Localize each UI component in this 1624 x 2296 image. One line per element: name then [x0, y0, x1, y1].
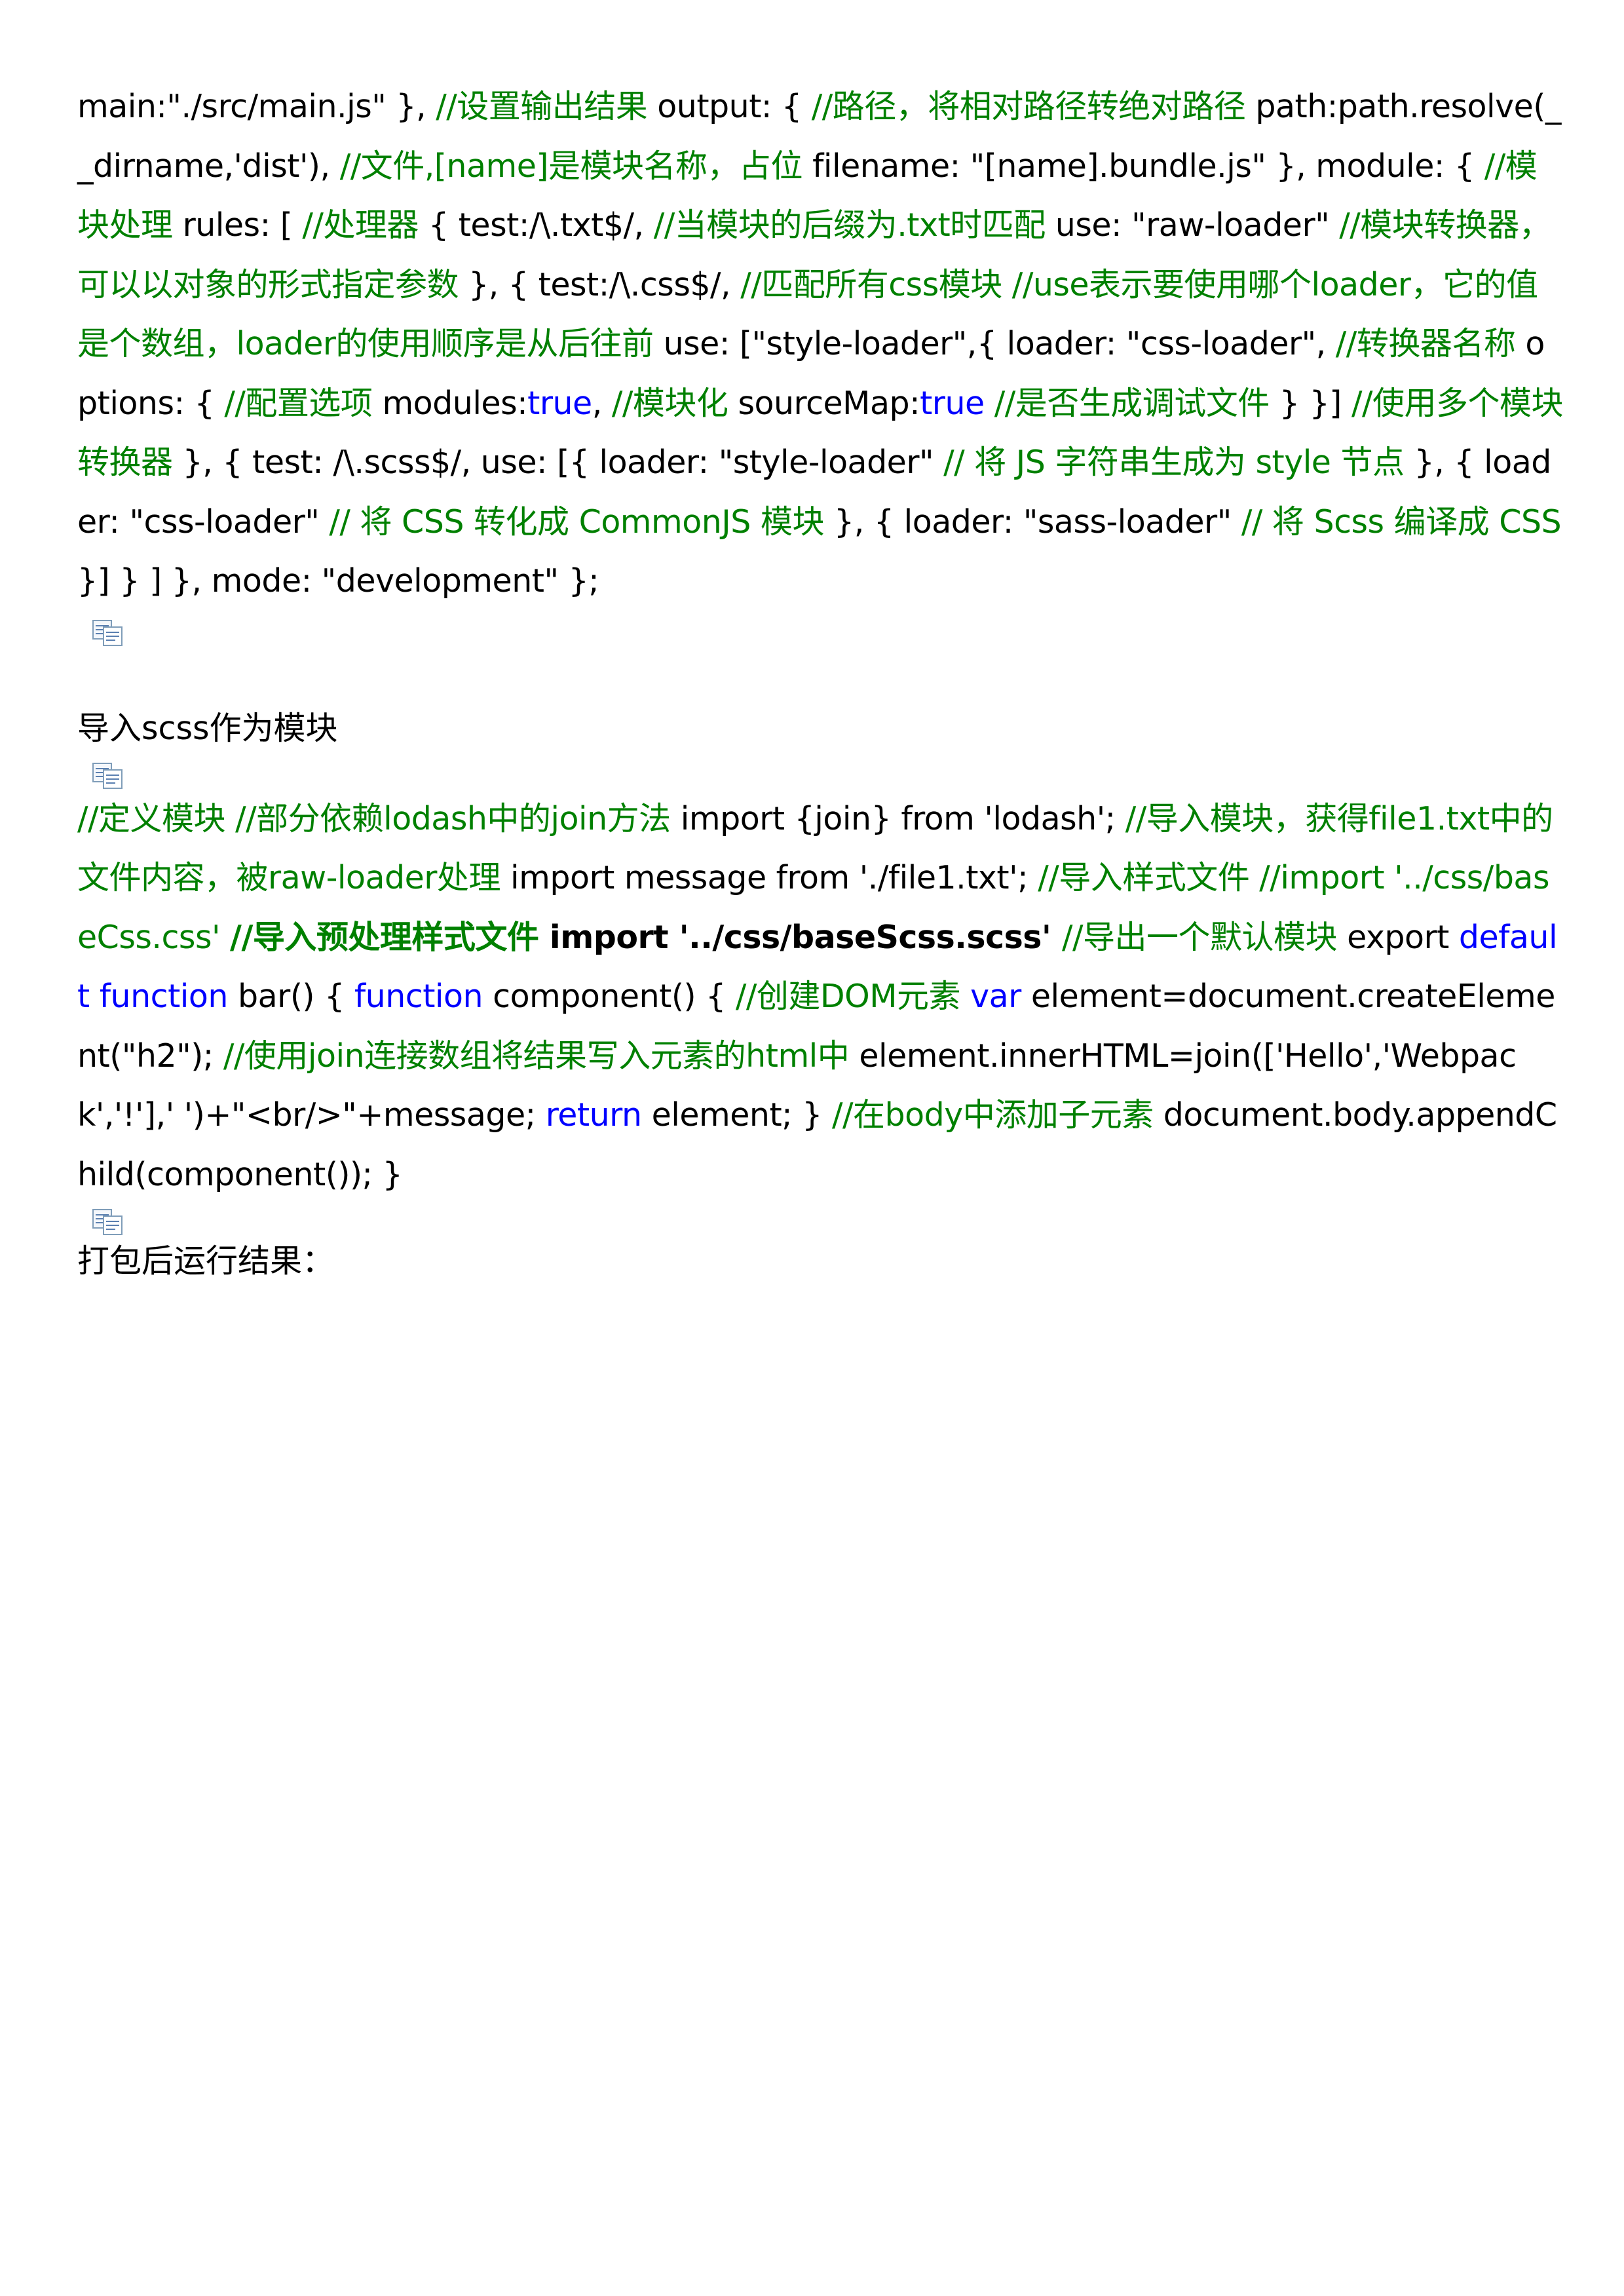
code-token-comment: //使用join连接数组将结果写入元素的html中 [223, 1037, 850, 1075]
code-token-plain: import {join} from 'lodash'; [670, 799, 1125, 837]
code-token-keyword: function [354, 978, 483, 1015]
document-page: main:"./src/main.js" }, //设置输出结果 output:… [77, 77, 1564, 1291]
code-token-plain: }, { loader: "sass-loader" [823, 503, 1241, 541]
code-token-plain: import message from './file1.txt'; [500, 859, 1038, 896]
code-token-plain: output: { [647, 88, 812, 125]
module-import-code: //定义模块 //部分依赖lodash中的join方法 import {join… [77, 790, 1564, 1205]
code-token-comment: //配置选项 [224, 384, 373, 422]
code-token-comment: //定义模块 //部分依赖lodash中的join方法 [77, 799, 671, 837]
code-token-comment-bold: //导入预处理样式文件 [230, 918, 539, 956]
code-token-plain: filename: "[name].bundle.js" }, module: … [803, 147, 1484, 185]
code-token-comment: //转换器名称 [1335, 325, 1516, 362]
code-token-comment: //在body中添加子元素 [832, 1096, 1154, 1134]
code-token-plain: use: ["style-loader",{ loader: "css-load… [653, 325, 1336, 362]
code-token-comment: //是否生成调试文件 [994, 384, 1270, 422]
code-token-comment: //模块化 [611, 384, 728, 422]
code-token-comment: //设置输出结果 [436, 88, 648, 125]
code-token-plain: element; } [641, 1096, 832, 1134]
code-token-keyword: var [970, 978, 1021, 1015]
code-token-plain: rules: [ [172, 206, 303, 244]
code-token-plain: } }] [1269, 384, 1351, 422]
code-token-plain: main:"./src/main.js" }, [77, 88, 436, 125]
code-token-comment: //文件,[name]是模块名称，占位 [339, 147, 803, 185]
code-token-comment: //导出一个默认模块 [1061, 918, 1338, 956]
webpack-config-code: main:"./src/main.js" }, //设置输出结果 output:… [77, 77, 1564, 611]
code-token-plain: }, { test:/\.css$/, [459, 265, 741, 303]
code-token-keyword: return [545, 1096, 642, 1134]
code-token-comment: //路径，将相对路径转绝对路径 [811, 88, 1246, 125]
code-token-comment: //处理器 [302, 206, 419, 244]
code-token-comment: // 将 CSS 转化成 CommonJS 模块 [329, 503, 824, 541]
code-token-comment: // 将 JS 字符串生成为 style 节点 [943, 444, 1405, 481]
copy-icon[interactable] [89, 758, 128, 790]
section-heading-import-scss: 导入scss作为模块 [77, 709, 338, 747]
copy-icon[interactable] [89, 615, 128, 647]
code-token-plain: bar() { [227, 978, 354, 1015]
code-token-plain: }, { test: /\.scss$/, use: [{ loader: "s… [172, 444, 944, 481]
code-token-keyword: function [99, 978, 229, 1015]
code-token-plain: export [1337, 918, 1459, 956]
code-token-comment: // 将 Scss 编译成 CSS [1241, 503, 1562, 541]
copy-icon[interactable] [89, 1204, 128, 1236]
code-token-plain: { test:/\.txt$/, [418, 206, 654, 244]
code-token-keyword: true [527, 384, 592, 422]
code-token-plain-bold: import '../css/baseScss.scss' [538, 918, 1062, 956]
run-result-label: 打包后运行结果： [77, 1242, 335, 1280]
code-token-keyword: true [920, 384, 985, 422]
code-token-plain: use: "raw-loader" [1045, 206, 1340, 244]
code-token-plain: }] } ] }, mode: "development" }; [77, 562, 599, 600]
code-token-plain: modules: [372, 384, 528, 422]
code-token-plain: , [592, 384, 612, 422]
code-token-comment: //当模块的后缀为.txt时匹配 [653, 206, 1046, 244]
code-token-plain: component() { [483, 978, 736, 1015]
code-token-plain: sourceMap: [728, 384, 920, 422]
code-token-comment: //创建DOM元素 [735, 978, 961, 1015]
